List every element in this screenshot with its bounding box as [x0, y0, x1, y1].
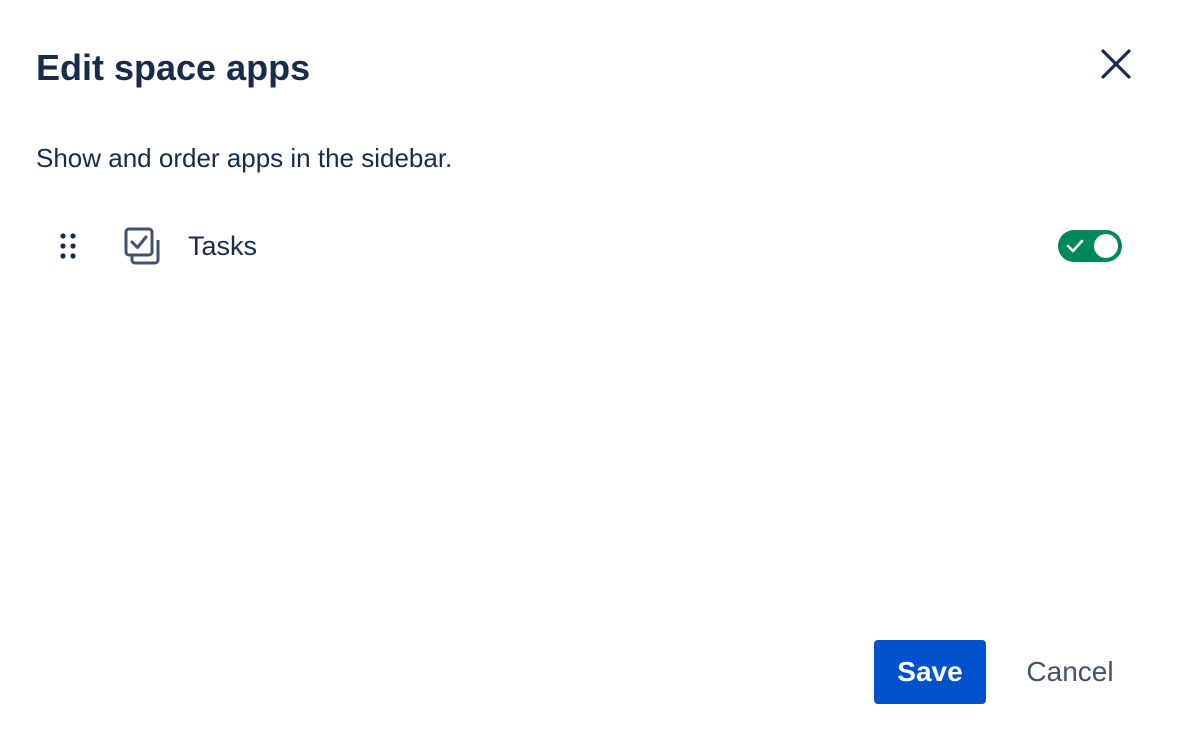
check-icon — [1066, 239, 1084, 253]
app-label-tasks: Tasks — [188, 231, 258, 261]
cancel-button[interactable]: Cancel — [1004, 640, 1136, 704]
dialog-description: Show and order apps in the sidebar. — [36, 143, 453, 173]
toggle-knob — [1094, 234, 1118, 258]
close-button[interactable] — [1090, 38, 1142, 90]
close-icon — [1101, 49, 1131, 79]
tasks-enabled-toggle[interactable] — [1058, 230, 1122, 262]
tasks-checkbox-icon — [124, 226, 164, 266]
dialog-title: Edit space apps — [36, 47, 311, 88]
edit-space-apps-dialog: Edit space apps Show and order apps in t… — [0, 0, 1179, 748]
save-button[interactable]: Save — [874, 640, 986, 704]
drag-handle-icon[interactable] — [52, 228, 84, 264]
app-list-item-tasks: Tasks — [36, 220, 1136, 274]
